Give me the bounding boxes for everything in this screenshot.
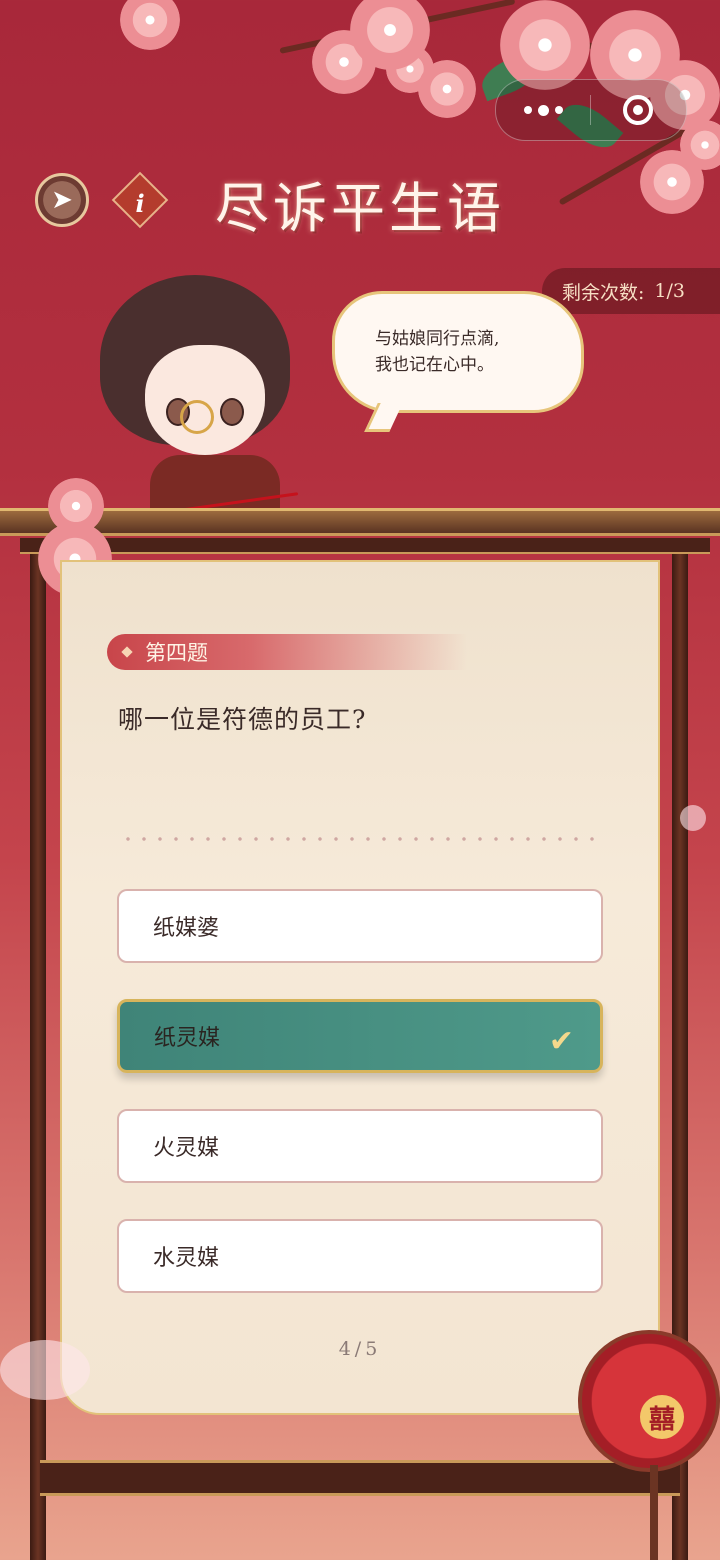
question-text: 哪一位是符德的员工?: [118, 705, 367, 734]
character-face: [145, 345, 265, 455]
remaining-attempts: 剩余次数: 1/3: [542, 268, 720, 314]
remaining-value: 1/3: [654, 280, 685, 302]
fan-handle: [650, 1465, 658, 1560]
checkmark-icon: ✔: [548, 1024, 574, 1059]
blossom-decor: [418, 60, 476, 118]
frame-beam: [20, 538, 710, 554]
frame-post: [30, 540, 46, 1560]
answer-option-label: 纸媒婆: [153, 916, 220, 941]
info-icon: i: [135, 188, 145, 218]
remaining-label: 剩余次数:: [562, 281, 645, 304]
petal-decor: [680, 805, 706, 831]
back-arrow-icon[interactable]: ➤: [35, 173, 89, 227]
blossom-decor: [500, 0, 590, 90]
speech-line: 我也记在心中。: [375, 355, 494, 375]
character-eye: [220, 398, 244, 426]
frame-beam: [40, 1460, 680, 1496]
answer-option-selected[interactable]: 纸灵媒 ✔: [117, 999, 603, 1073]
info-button[interactable]: i: [111, 171, 169, 229]
answer-option-label: 水灵媒: [153, 1246, 220, 1271]
answer-option[interactable]: 水灵媒: [117, 1219, 603, 1293]
answer-option-label: 火灵媒: [153, 1136, 220, 1161]
more-dots-icon[interactable]: [496, 80, 590, 140]
page-title: 尽诉平生语: [215, 177, 505, 240]
monocle-icon: [180, 400, 214, 434]
answer-option[interactable]: 火灵媒: [117, 1109, 603, 1183]
target-close-icon[interactable]: [591, 80, 685, 140]
frame-beam: [0, 508, 720, 536]
petal-decor: [0, 1340, 90, 1400]
miniprogram-capsule: [495, 79, 687, 141]
blossom-decor: [120, 0, 180, 50]
double-happiness-icon: 囍: [640, 1395, 684, 1439]
answer-option-label: 纸灵媒: [154, 1026, 221, 1051]
answer-option[interactable]: 纸媒婆: [117, 889, 603, 963]
diamond-icon: [121, 646, 133, 658]
speech-line: 与姑娘同行点滴,: [375, 329, 500, 349]
question-number-text: 第四题: [145, 641, 208, 665]
dotted-divider: [120, 836, 600, 842]
question-number-label: 第四题: [107, 634, 467, 670]
speech-bubble: 与姑娘同行点滴, 我也记在心中。: [332, 291, 584, 413]
